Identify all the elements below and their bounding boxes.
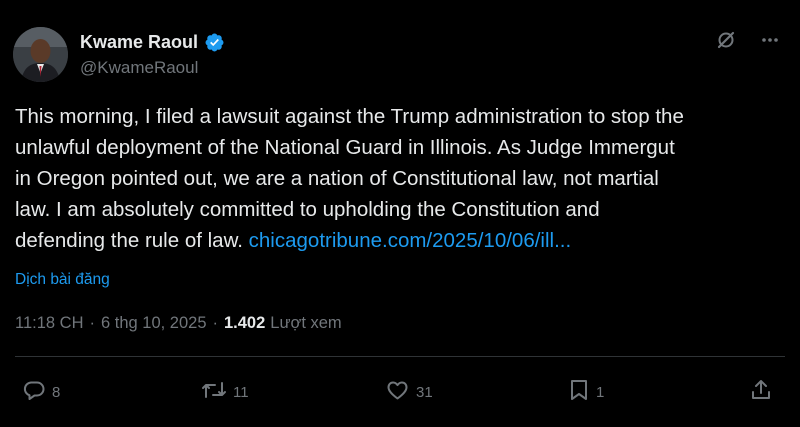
author-row: Kwame Raoul <box>80 30 225 54</box>
tweet-text: This morning, I filed a lawsuit against … <box>15 101 785 256</box>
tweet-text-line: law. I am absolutely committed to uphold… <box>15 198 600 221</box>
tweet-text-line: unlawful deployment of the National Guar… <box>15 136 675 159</box>
author-name[interactable]: Kwame Raoul <box>80 32 198 53</box>
reply-count: 8 <box>52 383 61 401</box>
translate-post-link[interactable]: Dịch bài đăng <box>15 271 110 289</box>
tweet-actions-bar: 8 11 31 1 <box>0 376 800 408</box>
tweet: Kwame Raoul @KwameRaoul This morning, I … <box>0 0 800 427</box>
author-handle[interactable]: @KwameRaoul <box>80 58 198 78</box>
share-button[interactable] <box>749 376 773 408</box>
views-label: Lượt xem <box>270 314 342 332</box>
more-icon[interactable] <box>760 30 780 50</box>
repost-icon <box>201 378 227 406</box>
tweet-time[interactable]: 11:18 CH <box>15 314 83 333</box>
views-count: 1.402 <box>224 314 266 332</box>
grok-icon[interactable] <box>716 30 736 50</box>
tweet-link[interactable]: chicagotribune.com/2025/10/06/ill... <box>249 229 572 252</box>
like-count: 31 <box>416 383 433 401</box>
share-icon <box>749 378 773 406</box>
tweet-text-line: defending the rule of law. <box>15 229 243 252</box>
tweet-text-line: in Oregon pointed out, we are a nation o… <box>15 167 659 190</box>
tweet-text-line: This morning, I filed a lawsuit against … <box>15 105 684 128</box>
repost-count: 11 <box>233 383 249 401</box>
divider <box>15 356 785 357</box>
bookmark-icon <box>568 378 590 406</box>
verified-badge-icon <box>204 32 225 53</box>
meta-separator: · <box>89 314 95 332</box>
bookmark-count: 1 <box>596 383 605 401</box>
meta-separator: · <box>212 314 219 332</box>
avatar[interactable] <box>13 27 68 82</box>
like-button[interactable]: 31 <box>385 376 433 408</box>
repost-button[interactable]: 11 <box>201 376 249 408</box>
reply-button[interactable]: 8 <box>22 376 60 408</box>
like-icon <box>385 378 410 406</box>
avatar-image <box>13 27 68 82</box>
tweet-top-actions <box>716 30 780 50</box>
reply-icon <box>22 378 46 406</box>
tweet-date[interactable]: 6 thg 10, 2025 <box>101 314 207 333</box>
tweet-text-last-line: defending the rule of law. chicagotribun… <box>15 225 785 256</box>
bookmark-button[interactable]: 1 <box>568 376 604 408</box>
tweet-meta: 11:18 CH · 6 thg 10, 2025 · 1.402 Lượt x… <box>15 314 342 333</box>
